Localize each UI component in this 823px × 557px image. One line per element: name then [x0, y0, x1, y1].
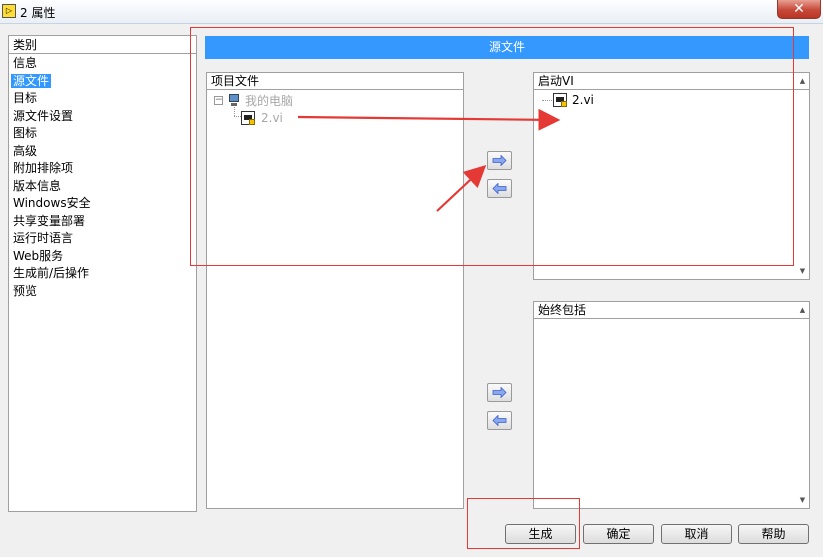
cancel-button[interactable]: 取消 — [661, 524, 732, 544]
category-header: 类别 — [9, 36, 196, 54]
always-included-header: 始终包括 — [534, 302, 809, 319]
project-files-header: 项目文件 — [207, 73, 463, 90]
add-to-startup-button[interactable] — [487, 151, 512, 170]
startup-vis-header: 启动VI — [534, 73, 809, 90]
scroll-down-icon[interactable]: ▼ — [798, 267, 807, 276]
help-button[interactable]: 帮助 — [738, 524, 809, 544]
scroll-down-icon[interactable]: ▼ — [798, 496, 807, 505]
category-item-web-services[interactable]: Web服务 — [9, 248, 196, 266]
category-item-run-time-languages[interactable]: 运行时语言 — [9, 230, 196, 248]
remove-from-startup-button[interactable] — [487, 179, 512, 198]
tree-item-label: 我的电脑 — [245, 94, 294, 108]
section-header: 源文件 — [205, 36, 809, 59]
always-included-panel[interactable]: 始终包括 ▲ ▼ — [533, 301, 810, 509]
category-item-preview[interactable]: 预览 — [9, 283, 196, 301]
add-to-always-included-button[interactable] — [487, 383, 512, 402]
category-item-additional-exclusions[interactable]: 附加排除项 — [9, 160, 196, 178]
tree-item-my-computer[interactable]: 我的电脑 — [226, 93, 293, 109]
window-title: 2 属性 — [20, 6, 56, 20]
ok-button[interactable]: 确定 — [583, 524, 654, 544]
category-list: 信息 源文件 目标 源文件设置 图标 高级 附加排除项 版本信息 Windows… — [9, 55, 196, 300]
scroll-up-icon[interactable]: ▲ — [798, 306, 807, 315]
scroll-up-icon[interactable]: ▲ — [798, 77, 807, 86]
category-item-version-info[interactable]: 版本信息 — [9, 178, 196, 196]
startup-vi-label: 2.vi — [572, 93, 594, 107]
category-item-pre-post-build-actions[interactable]: 生成前/后操作 — [9, 265, 196, 283]
vi-file-icon — [553, 93, 567, 107]
right-arrow-icon — [492, 387, 507, 398]
startup-vi-item[interactable]: 2.vi — [553, 92, 594, 108]
category-item-icon[interactable]: 图标 — [9, 125, 196, 143]
category-item-shared-variable-deployment[interactable]: 共享变量部署 — [9, 213, 196, 231]
category-item-info[interactable]: 信息 — [9, 55, 196, 73]
collapse-icon[interactable]: − — [214, 96, 223, 105]
category-panel: 类别 信息 源文件 目标 源文件设置 图标 高级 附加排除项 版本信息 Wind… — [8, 35, 197, 512]
tree-item-vi[interactable]: 2.vi — [241, 110, 283, 126]
tree-item-label: 2.vi — [261, 111, 283, 125]
close-icon: ✕ — [793, 1, 805, 17]
remove-from-always-included-button[interactable] — [487, 411, 512, 430]
category-item-windows-security[interactable]: Windows安全 — [9, 195, 196, 213]
tree-connector — [234, 116, 241, 117]
tree-connector — [542, 100, 552, 101]
labview-icon: ▷ — [2, 4, 16, 18]
category-item-advanced[interactable]: 高级 — [9, 143, 196, 161]
vi-file-icon — [241, 111, 255, 125]
left-arrow-icon — [492, 183, 507, 194]
startup-vis-panel[interactable]: 启动VI ▲ ▼ 2.vi — [533, 72, 810, 280]
left-arrow-icon — [492, 415, 507, 426]
computer-icon — [228, 94, 240, 107]
category-item-source-file-settings[interactable]: 源文件设置 — [9, 108, 196, 126]
category-item-source-files[interactable]: 源文件 — [9, 73, 196, 91]
category-item-destinations[interactable]: 目标 — [9, 90, 196, 108]
title-bar: ▷ 2 属性 ✕ — [0, 0, 823, 24]
close-button[interactable]: ✕ — [777, 0, 821, 19]
build-button[interactable]: 生成 — [505, 524, 576, 544]
project-files-panel[interactable]: 项目文件 − 我的电脑 2.vi — [206, 72, 464, 509]
right-arrow-icon — [492, 155, 507, 166]
